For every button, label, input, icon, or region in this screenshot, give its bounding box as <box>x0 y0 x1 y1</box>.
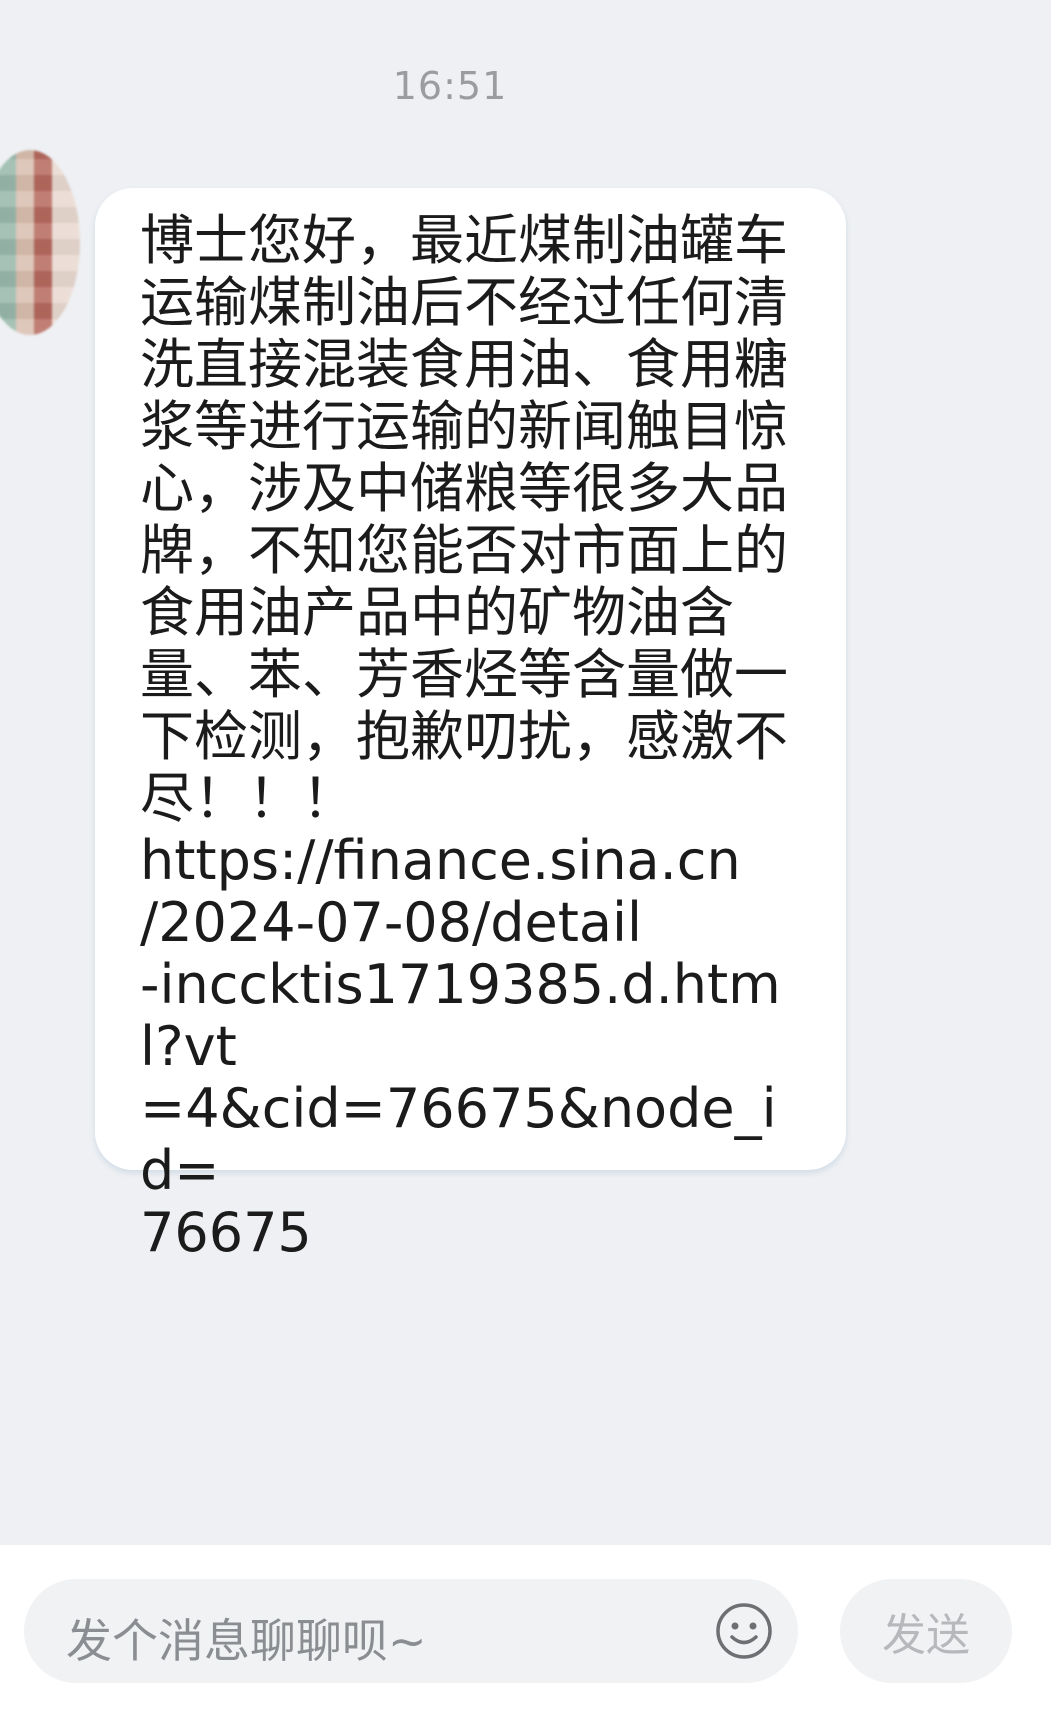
message-text[interactable]: 博士您好，最近煤制油罐车 运输煤制油后不经过任何清 洗直接混装食用油、食用糖 浆… <box>140 210 800 1264</box>
chat-area[interactable]: 16:51 博士您好，最近煤制油罐车 运输煤制油后不经过任何清 洗直接混装食用油… <box>0 0 1051 1545</box>
message-input[interactable]: 发个消息聊聊呗~ <box>24 1579 798 1683</box>
sender-avatar[interactable] <box>0 150 80 335</box>
message-composer: 发个消息聊聊呗~ 发送 <box>0 1545 1051 1717</box>
send-button[interactable]: 发送 <box>840 1579 1012 1683</box>
smiley-face-icon[interactable] <box>714 1601 774 1661</box>
message-input-placeholder: 发个消息聊聊呗~ <box>66 1614 427 1668</box>
message-timestamp: 16:51 <box>392 64 508 108</box>
